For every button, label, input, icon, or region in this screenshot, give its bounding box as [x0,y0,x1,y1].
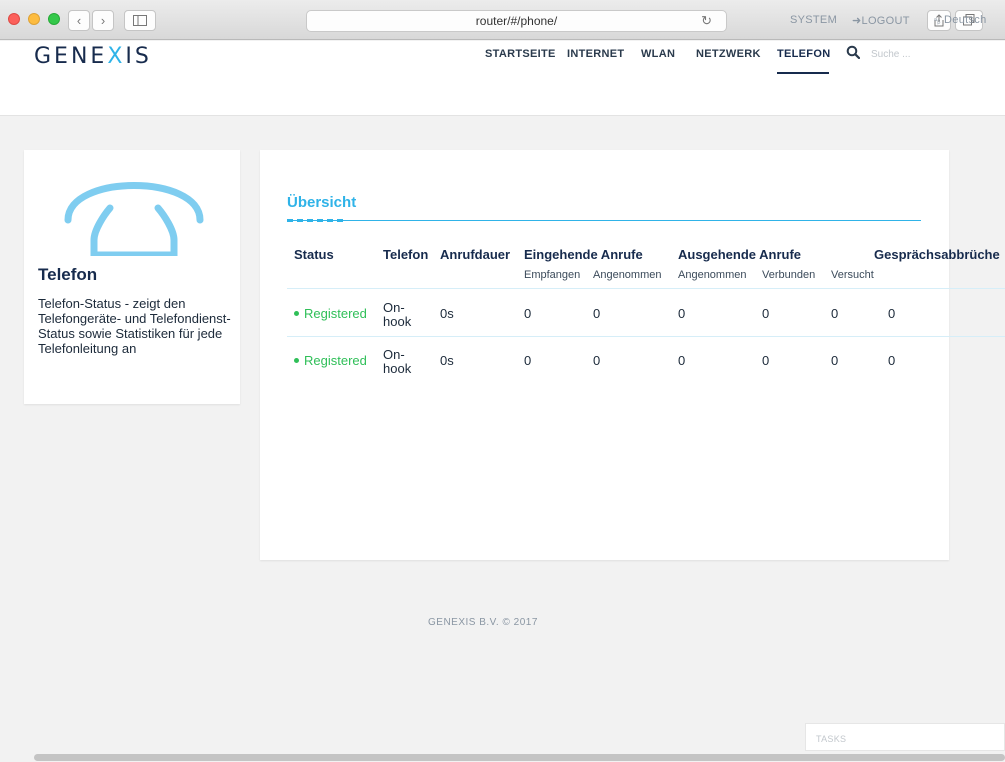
section-divider-dash [287,219,347,222]
telefon-line1: On- [383,300,405,315]
logo-text-x: X [107,44,126,69]
table-divider [287,288,1005,289]
column-header-abbrueche: Gesprächsabbrüche [874,247,1000,262]
angenommen-in-cell: 0 [593,353,601,368]
logo-text-start: GENE [34,44,108,69]
active-nav-indicator [777,72,829,74]
telefon-line2: hook [383,361,412,376]
reload-icon[interactable]: ↻ [701,11,712,31]
column-header-eingehende: Eingehende Anrufe [524,247,643,262]
status-dot-icon [294,358,299,364]
horizontal-scrollbar[interactable] [34,754,1005,761]
telefon-line2: hook [383,314,412,329]
logout-label: LOGOUT [861,15,910,27]
telefon-cell: On-hook [383,301,411,329]
column-header-telefon: Telefon [383,247,429,262]
card-title: Telefon [38,265,98,284]
logo-text-end: IS [125,44,152,69]
section-title: Übersicht [287,194,357,211]
versucht-cell: 0 [831,353,839,368]
abbrueche-cell: 0 [888,353,896,368]
logout-icon: ➜ [852,15,862,27]
telefon-line1: On- [383,347,405,362]
forward-button[interactable]: › [92,10,114,31]
chevron-right-icon: › [100,13,106,28]
genexis-logo[interactable]: GENEXIS [34,44,152,69]
column-header-ausgehende: Ausgehende Anrufe [678,247,802,262]
status-dot-icon [294,311,299,317]
verbunden-cell: 0 [762,306,770,321]
empfangen-cell: 0 [524,306,532,321]
angenommen-out-cell: 0 [678,306,686,321]
subheader-versucht: Versucht [831,269,874,281]
table-divider [287,336,1005,337]
section-divider [287,220,921,221]
card-description: Telefon-Status - zeigt den Telefongeräte… [38,296,231,356]
telefon-cell: On-hook [383,348,411,376]
angenommen-in-cell: 0 [593,306,601,321]
zoom-window-button[interactable] [48,13,60,25]
nav-startseite[interactable]: STARTSEITE [485,48,556,60]
info-card: Telefon Telefon-Status - zeigt den Telef… [24,150,240,404]
subheader-empfangen: Empfangen [524,269,581,281]
sidebar-icon [133,15,147,26]
system-link[interactable]: SYSTEM [790,14,837,26]
search-icon[interactable] [846,45,860,59]
status-text: Registered [304,353,367,368]
chevron-left-icon: ‹ [76,13,82,28]
abbrueche-cell: 0 [888,306,896,321]
angenommen-out-cell: 0 [678,353,686,368]
logout-link[interactable]: ➜LOGOUT [852,14,910,27]
subheader-angenommen-in: Angenommen [593,269,662,281]
tasks-panel[interactable]: TASKS [805,723,1005,751]
address-bar[interactable]: router/#/phone/ ↻ [306,10,727,32]
url-text: router/#/phone/ [475,14,558,28]
nav-wlan[interactable]: WLAN [641,48,675,60]
status-text: Registered [304,306,367,321]
language-label: Deutsch [944,14,987,26]
back-button[interactable]: ‹ [68,10,90,31]
copyright-footer: GENEXIS B.V. © 2017 [428,617,538,628]
nav-telefon[interactable]: TELEFON [777,48,830,60]
subheader-angenommen-out: Angenommen [678,269,747,281]
column-header-status: Status [294,247,334,262]
search-input[interactable]: Suche ... [871,49,910,60]
status-badge: Registered [294,306,367,321]
subheader-verbunden: Verbunden [762,269,816,281]
status-badge: Registered [294,353,367,368]
anrufdauer-cell: 0s [440,306,454,321]
telephone-icon [64,182,204,256]
close-window-button[interactable] [8,13,20,25]
sidebar-toggle-button[interactable] [124,10,156,31]
verbunden-cell: 0 [762,353,770,368]
versucht-cell: 0 [831,306,839,321]
column-header-anrufdauer: Anrufdauer [440,247,511,262]
nav-internet[interactable]: INTERNET [567,48,624,60]
language-link[interactable]: ᵃᵦ Deutsch [934,14,986,26]
anrufdauer-cell: 0s [440,353,454,368]
nav-netzwerk[interactable]: NETZWERK [696,48,761,60]
language-icon: ᵃᵦ [934,16,941,25]
minimize-window-button[interactable] [28,13,40,25]
empfangen-cell: 0 [524,353,532,368]
